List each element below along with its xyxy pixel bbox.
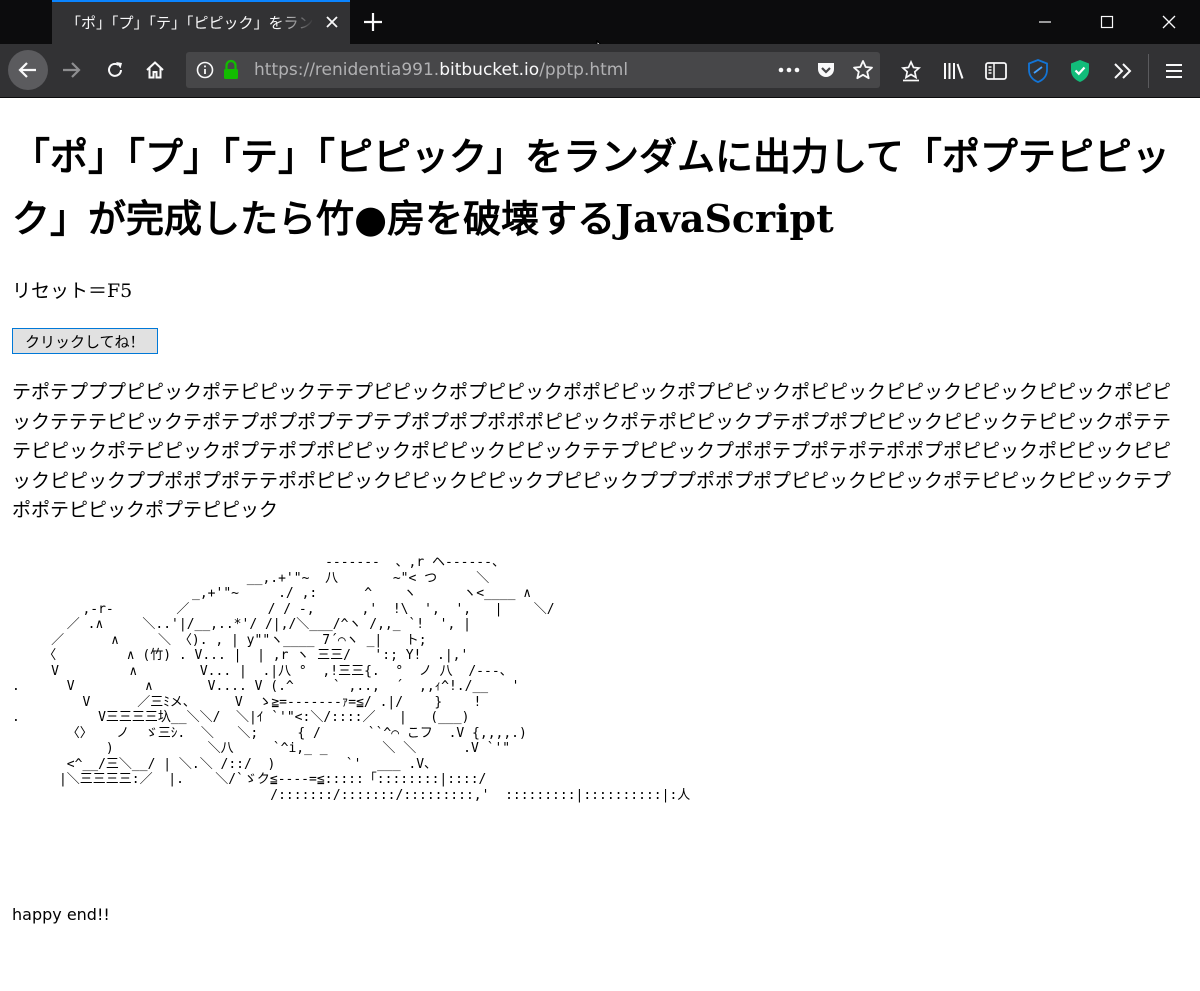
minimize-button[interactable] [1014,0,1076,44]
ascii-art: ------- 、,r ヘ------、 __,.+'"~ 八 ~"< つ ＼ … [12,555,691,803]
info-icon[interactable] [196,61,214,79]
home-button[interactable] [135,50,175,90]
maximize-icon [1100,15,1114,29]
shield-check-icon[interactable] [1068,58,1092,84]
library-icon[interactable] [942,60,966,82]
happy-end-text: happy end!! [12,905,110,924]
tab-title: 「ポ」「プ」「テ」「ピピック」をランダムに出力して「ポプテピピック」が完成したら… [66,14,314,32]
random-output-text: テポテプププピピックポテピピックテテプピピックポプピピックポポピピックポプピピッ… [12,381,1172,521]
toolbar-separator [1148,54,1149,88]
minimize-icon [1039,21,1051,23]
url-text[interactable]: https://renidentia991.bitbucket.io/pptp.… [254,60,628,80]
active-tab[interactable]: 「ポ」「プ」「テ」「ピピック」をランダムに出力して「ポプテピピック」が完成したら… [52,0,350,44]
pocket-icon[interactable] [816,60,836,80]
url-path: /pptp.html [539,60,629,80]
title-bar: 「ポ」「プ」「テ」「ピピック」をランダムに出力して「ポプテピピック」が完成したら… [0,0,1200,64]
forward-arrow-icon [63,62,81,78]
back-arrow-icon [18,62,36,78]
home-icon [146,61,164,79]
close-window-button[interactable] [1138,0,1200,44]
menu-icon[interactable] [1164,62,1184,80]
lock-icon[interactable] [222,59,240,81]
reload-icon [108,62,122,77]
more-dots-icon[interactable] [778,66,800,74]
shield-icon[interactable] [1026,58,1050,84]
url-bar[interactable]: https://renidentia991.bitbucket.io/pptp.… [186,52,880,88]
star-icon[interactable] [852,59,874,81]
maximize-button[interactable] [1076,0,1138,44]
forward-button[interactable] [51,50,91,90]
page-heading: 「ポ」「プ」「テ」「ピピック」をランダムに出力して「ポプテピピック」が完成したら… [12,134,1170,241]
click-button[interactable]: クリックしてね！ [12,328,158,354]
url-host: bitbucket.io [439,60,540,80]
reader-icon[interactable] [900,60,922,82]
sidebar-icon[interactable] [984,60,1008,82]
back-button[interactable] [8,50,48,90]
url-prefix: https://renidentia991. [254,60,440,80]
page-content: 「ポ」「プ」「テ」「ピピック」をランダムに出力して「ポプテピピック」が完成したら… [0,98,1200,991]
reload-button[interactable] [95,50,135,90]
overflow-icon[interactable] [1112,62,1134,80]
close-icon [1162,15,1176,29]
reset-instruction: リセット＝F5 [12,280,133,302]
tab-close-icon[interactable] [324,14,340,30]
new-tab-icon[interactable] [362,11,384,33]
navigation-toolbar: https://renidentia991.bitbucket.io/pptp.… [0,44,1200,98]
